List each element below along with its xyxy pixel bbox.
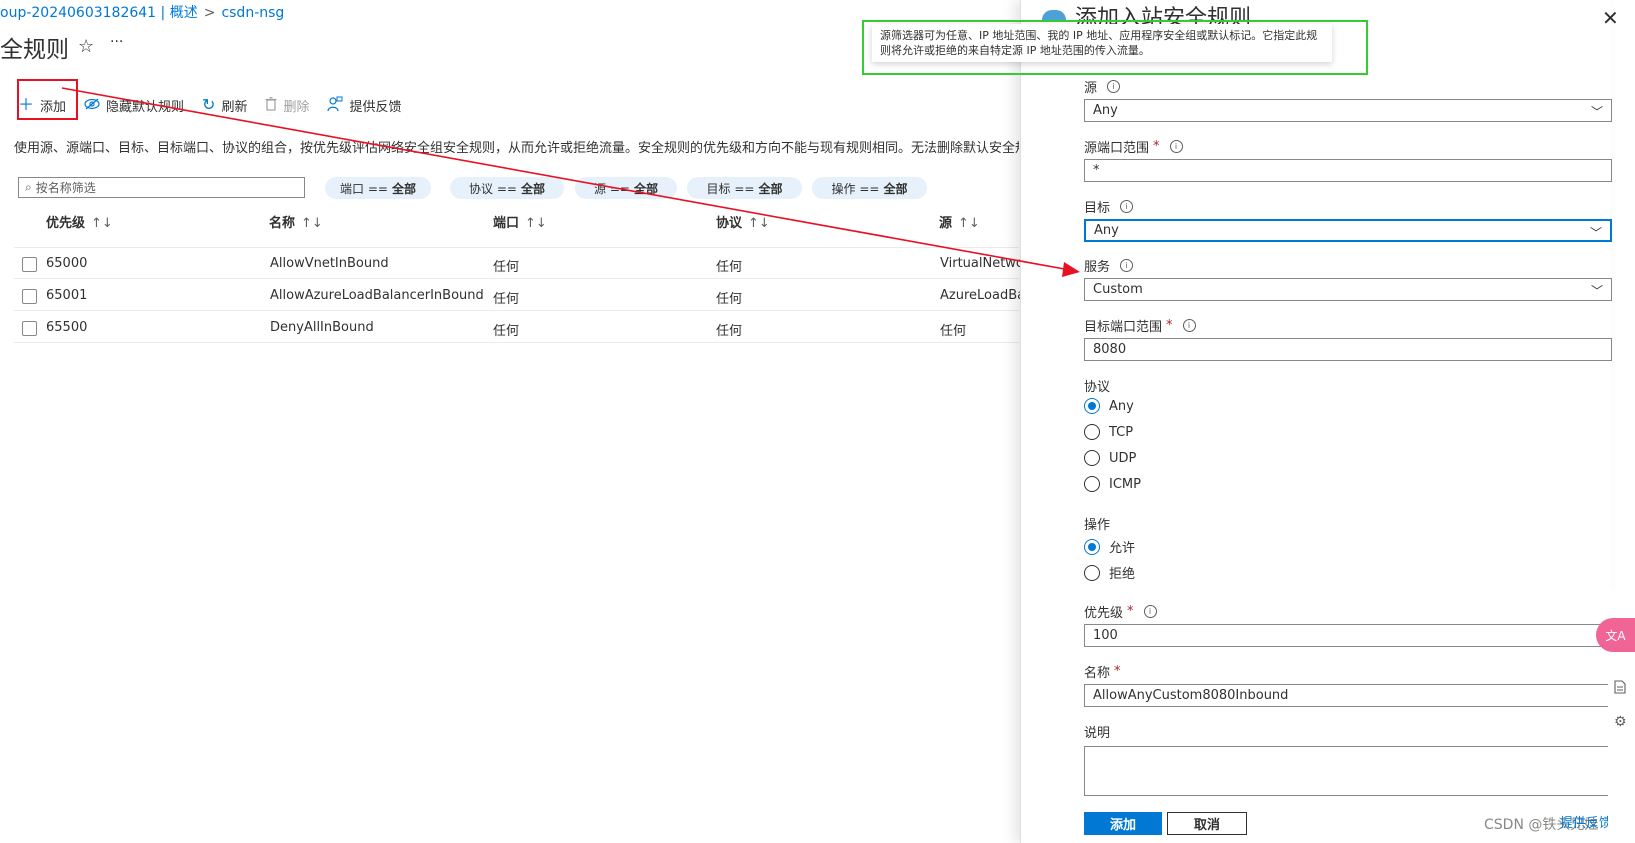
annotation-arrow: [61, 87, 1080, 277]
